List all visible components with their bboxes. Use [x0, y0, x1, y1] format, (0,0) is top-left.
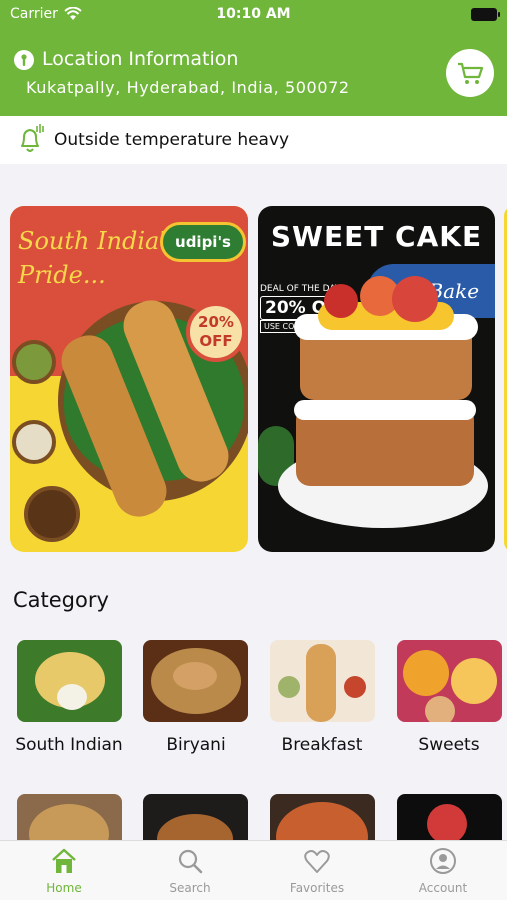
temperature-notice: Outside temperature heavy [0, 116, 507, 164]
bell-icon [21, 124, 44, 152]
offer-badge: 20% OFF [186, 302, 246, 362]
home-icon [52, 848, 76, 873]
food-image [278, 676, 300, 698]
heart-icon [304, 850, 330, 873]
category-label-sweets[interactable]: Sweets [389, 735, 507, 755]
category-tile-south-indian[interactable] [17, 640, 122, 722]
sweet-cake-banner[interactable]: SWEET CAKE Just Bake DEAL OF THE DAY 20%… [258, 206, 495, 552]
orange-slice [392, 276, 438, 322]
status-time: 10:10 AM [216, 6, 291, 22]
location-title: Location Information [42, 48, 239, 70]
chutney-bowl [24, 486, 80, 542]
food-image [403, 650, 449, 696]
tab-label-account: Account [418, 881, 468, 895]
food-image [344, 676, 366, 698]
category-tile-sweets[interactable] [397, 640, 502, 722]
location-pin-icon [14, 50, 34, 70]
strawberry [324, 284, 358, 318]
category-label-south-indian[interactable]: South Indian [9, 735, 129, 755]
cart-icon [458, 62, 484, 84]
chutney-bowl [12, 420, 56, 464]
tab-label-search: Search [169, 881, 211, 895]
category-tile-biryani[interactable] [143, 640, 248, 722]
search-icon [178, 849, 203, 874]
promo-banner-carousel[interactable]: South India's Pride... udipi's 20% OFF S… [0, 206, 507, 552]
food-image [173, 662, 217, 690]
food-image [425, 696, 455, 722]
food-image [57, 684, 87, 710]
tab-account[interactable]: Account [393, 847, 493, 895]
food-image [427, 804, 467, 844]
tab-home[interactable]: Home [14, 847, 114, 895]
tab-label-favorites: Favorites [289, 881, 345, 895]
food-image [451, 658, 497, 704]
food-image [306, 644, 336, 722]
category-title: Category [13, 588, 109, 612]
category-tile-breakfast[interactable] [270, 640, 375, 722]
location-address[interactable]: Kukatpally, Hyderabad, India, 500072 [26, 78, 350, 97]
battery-icon [471, 8, 500, 21]
account-icon [430, 848, 456, 874]
tab-search[interactable]: Search [140, 847, 240, 895]
chutney-bowl [12, 340, 56, 384]
category-label-biryani[interactable]: Biryani [136, 735, 256, 755]
temperature-text: Outside temperature heavy [54, 130, 290, 150]
cart-button[interactable] [446, 49, 494, 97]
status-bar: Carrier 10:10 AM [0, 0, 507, 30]
tab-favorites[interactable]: Favorites [267, 847, 367, 895]
udipis-dosa-banner[interactable]: South India's Pride... udipi's 20% OFF [10, 206, 248, 552]
tab-label-home: Home [46, 881, 82, 895]
category-label-breakfast[interactable]: Breakfast [262, 735, 382, 755]
location-header: Location Information Kukatpally, Hyderab… [0, 30, 507, 116]
bottom-tab-bar: Home Search Favorites Account [0, 840, 507, 900]
cream-layer [294, 400, 476, 420]
udipis-logo: udipi's [160, 222, 246, 262]
banner-headline: SWEET CAKE [270, 220, 483, 253]
